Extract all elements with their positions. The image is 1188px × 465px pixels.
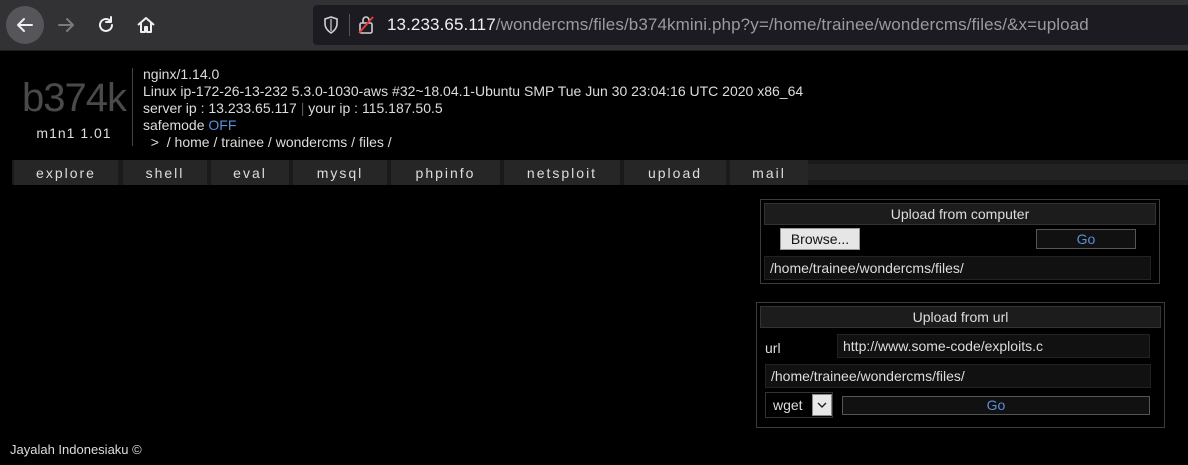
chevron-down-icon[interactable] <box>812 394 832 416</box>
menu-shell[interactable]: shell <box>123 160 207 185</box>
menu-explore[interactable]: explore <box>14 160 118 185</box>
ip-separator: | <box>300 100 305 116</box>
back-button[interactable] <box>6 6 44 44</box>
header-divider <box>132 68 133 146</box>
url-text[interactable]: 13.233.65.117/wondercms/files/b374kmini.… <box>387 15 1089 35</box>
menu-strip <box>808 164 1188 180</box>
path-segment-home[interactable]: / home <box>163 134 210 150</box>
path-prefix: > <box>150 134 159 150</box>
url-input[interactable]: http://www.some-code/exploits.c <box>837 334 1150 358</box>
path-segment-end: / <box>383 134 392 150</box>
address-bar-divider <box>349 14 350 36</box>
ip-info: server ip : 13.233.65.117 | your ip : 11… <box>143 100 803 117</box>
uname-info: Linux ip-172-26-13-232 5.3.0-1030-aws #3… <box>143 83 804 99</box>
server-info: nginx/1.14.0 Linux ip-172-26-13-232 5.3.… <box>143 66 803 151</box>
shield-icon[interactable] <box>323 16 339 34</box>
upload-url-title: Upload from url <box>760 306 1161 328</box>
upload-url-panel: Upload from url url http://www.some-code… <box>756 302 1165 428</box>
url-host: 13.233.65.117 <box>387 15 496 34</box>
server-software: nginx/1.14.0 <box>143 66 220 82</box>
footer-text: Jayalah Indonesiaku © <box>10 442 142 457</box>
menu-phpinfo[interactable]: phpinfo <box>391 160 500 185</box>
version-label: m1n1 1.01 <box>36 125 112 141</box>
arrow-left-icon <box>17 18 33 32</box>
path-segment-trainee[interactable]: / trainee <box>210 134 264 150</box>
current-path: > / home / trainee / wondercms / files / <box>143 134 803 151</box>
safemode-info: safemode OFF <box>143 117 803 134</box>
menu-mail[interactable]: mail <box>730 160 808 185</box>
browser-toolbar: 13.233.65.117/wondercms/files/b374kmini.… <box>0 0 1188 51</box>
logo[interactable]: b374k <box>22 76 127 120</box>
upload-computer-panel: Upload from computer Browse... Go /home/… <box>760 199 1160 284</box>
menu-upload[interactable]: upload <box>624 160 726 185</box>
browse-button[interactable]: Browse... <box>780 228 860 250</box>
menu-netsploit[interactable]: netsploit <box>504 160 620 185</box>
address-bar[interactable]: 13.233.65.117/wondercms/files/b374kmini.… <box>313 5 1188 45</box>
method-select-value: wget <box>773 397 803 413</box>
reload-icon <box>99 16 113 32</box>
upload-computer-title: Upload from computer <box>764 203 1156 225</box>
url-path: /wondercms/files/b374kmini.php?y=/home/t… <box>495 15 1089 34</box>
main-menu: explore shell eval mysql phpinfo netsplo… <box>12 160 1188 185</box>
server-ip: server ip : 13.233.65.117 <box>143 100 297 116</box>
path-segment-wondercms[interactable]: / wondercms <box>264 134 347 150</box>
home-icon <box>137 17 155 33</box>
upload-url-path-field[interactable]: /home/trainee/wondercms/files/ <box>765 364 1151 388</box>
path-segment-files[interactable]: / files <box>347 134 384 150</box>
safemode-label: safemode <box>143 117 205 133</box>
url-label: url <box>765 340 781 356</box>
menu-eval[interactable]: eval <box>211 160 289 185</box>
safemode-value: OFF <box>208 117 237 133</box>
insecure-lock-icon[interactable] <box>357 15 375 35</box>
arrow-right-icon <box>58 18 74 32</box>
home-button[interactable] <box>127 6 165 44</box>
menu-mysql[interactable]: mysql <box>293 160 387 185</box>
upload-computer-path-field[interactable]: /home/trainee/wondercms/files/ <box>764 256 1151 280</box>
forward-button[interactable] <box>47 6 85 44</box>
method-select[interactable]: wget <box>765 392 833 418</box>
upload-computer-go-button[interactable]: Go <box>1036 229 1136 249</box>
your-ip: your ip : 115.187.50.5 <box>308 100 443 116</box>
reload-button[interactable] <box>87 6 125 44</box>
upload-url-go-button[interactable]: Go <box>842 396 1150 415</box>
